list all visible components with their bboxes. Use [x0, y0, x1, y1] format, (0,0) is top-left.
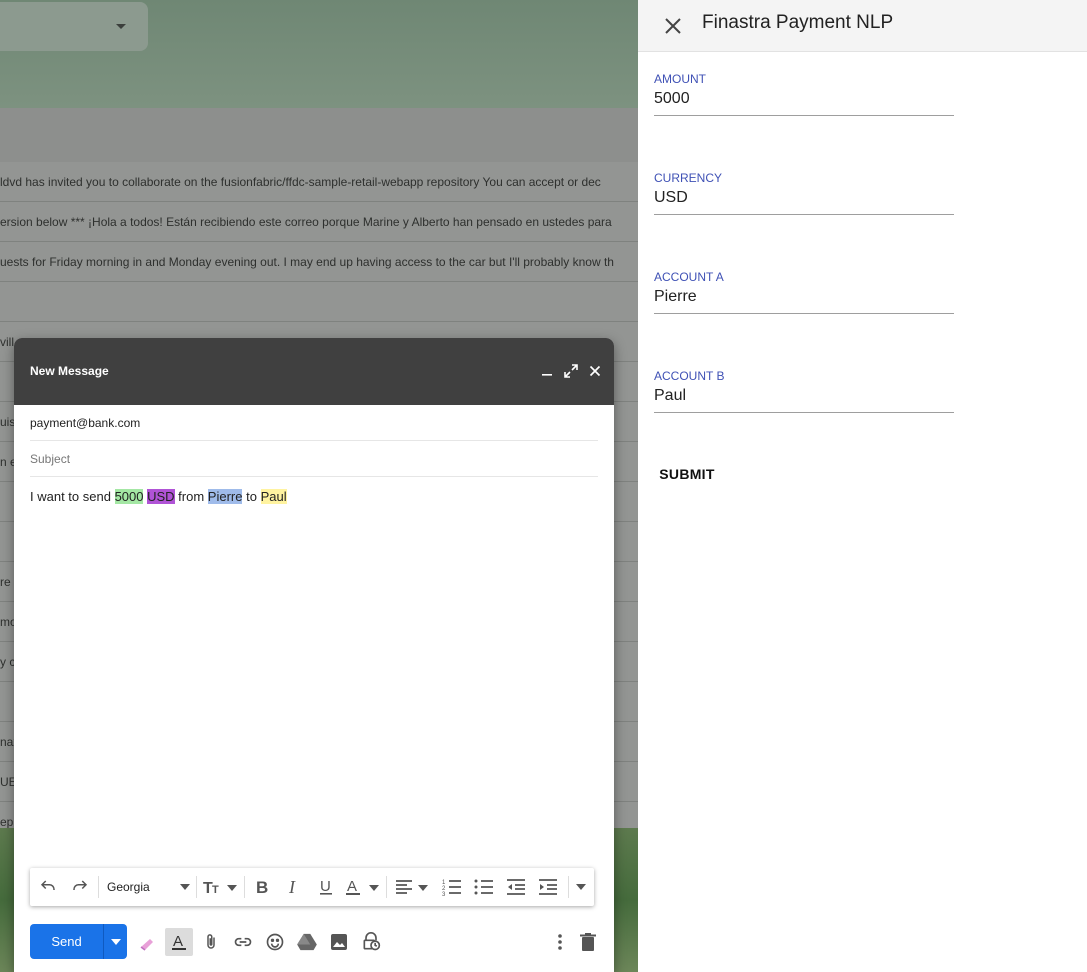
- background-search-bar: [0, 2, 148, 51]
- background-mail-row: [0, 282, 638, 322]
- highlight-to-account: Paul: [260, 489, 287, 504]
- caret-down-icon: [116, 24, 126, 29]
- minimize-icon[interactable]: [538, 362, 556, 380]
- account-a-label: ACCOUNT A: [654, 270, 724, 284]
- toolbar-separator: [244, 876, 245, 898]
- caret-down-icon: [110, 938, 121, 945]
- highlight-from-account: Pierre: [207, 489, 243, 504]
- font-name: Georgia: [107, 880, 150, 894]
- svg-text:U: U: [320, 878, 331, 895]
- amount-label: AMOUNT: [654, 72, 706, 86]
- more-options-icon[interactable]: [548, 930, 572, 954]
- insert-photo-icon[interactable]: [327, 930, 351, 954]
- currency-value[interactable]: USD: [654, 189, 954, 215]
- toolbar-separator: [568, 876, 569, 898]
- attach-file-icon[interactable]: [199, 930, 223, 954]
- send-button[interactable]: Send: [30, 924, 103, 959]
- message-body[interactable]: I want to send 5000 USD from Pierre to P…: [30, 489, 287, 504]
- compose-window: New Message payment@bank.com Subject I w…: [14, 338, 614, 972]
- text-color-icon[interactable]: A: [344, 876, 380, 898]
- drive-icon[interactable]: [295, 930, 319, 954]
- panel-header: Finastra Payment NLP: [638, 0, 1087, 52]
- text-size-icon[interactable]: TT: [202, 876, 238, 898]
- background-mail-row: ldvd has invited you to collaborate on t…: [0, 162, 638, 202]
- expand-icon[interactable]: [562, 362, 580, 380]
- bulleted-list-icon[interactable]: [472, 876, 496, 898]
- currency-label: CURRENCY: [654, 171, 723, 185]
- svg-text:3: 3: [442, 892, 446, 896]
- account-a-field[interactable]: ACCOUNT A Pierre: [654, 270, 954, 314]
- align-icon[interactable]: [392, 876, 430, 898]
- compose-header: New Message: [14, 338, 614, 405]
- highlight-amount: 5000: [114, 489, 144, 504]
- close-icon[interactable]: [586, 362, 604, 380]
- indent-more-icon[interactable]: [536, 876, 560, 898]
- compose-title: New Message: [30, 364, 109, 378]
- discard-draft-icon[interactable]: [576, 930, 600, 954]
- background-mail-row: uests for Friday morning in and Monday e…: [0, 242, 638, 282]
- confidential-mode-icon[interactable]: [359, 930, 383, 954]
- subject-field[interactable]: Subject: [30, 441, 598, 477]
- undo-icon[interactable]: [36, 876, 60, 898]
- panel-title: Finastra Payment NLP: [702, 12, 894, 33]
- caret-down-icon: [180, 884, 190, 890]
- amount-field[interactable]: AMOUNT 5000: [654, 72, 954, 116]
- body-text-prefix: I want to send: [30, 489, 115, 504]
- numbered-list-icon[interactable]: 123: [440, 876, 464, 898]
- formatting-toolbar: Georgia TT B I U A 123: [30, 868, 594, 906]
- submit-button[interactable]: SUBMIT: [654, 458, 720, 490]
- toolbar-separator: [98, 876, 99, 898]
- payment-panel: Finastra Payment NLP AMOUNT 5000 CURRENC…: [638, 0, 1087, 972]
- underline-icon[interactable]: U: [314, 876, 338, 898]
- toolbar-separator: [386, 876, 387, 898]
- magic-wand-icon[interactable]: [135, 930, 159, 954]
- background-mail-row: ersion below *** ¡Hola a todos! Están re…: [0, 202, 638, 242]
- account-a-value[interactable]: Pierre: [654, 288, 954, 314]
- toolbar-separator: [196, 876, 197, 898]
- currency-field[interactable]: CURRENCY USD: [654, 171, 954, 215]
- insert-link-icon[interactable]: [231, 930, 255, 954]
- bold-icon[interactable]: B: [250, 876, 274, 898]
- account-b-field[interactable]: ACCOUNT B Paul: [654, 369, 954, 413]
- to-field[interactable]: payment@bank.com: [30, 405, 598, 441]
- font-selector[interactable]: Georgia: [104, 876, 190, 898]
- more-formatting-icon[interactable]: [572, 876, 590, 898]
- svg-text:A: A: [173, 933, 183, 950]
- account-b-value[interactable]: Paul: [654, 387, 954, 413]
- body-to-word: to: [242, 489, 261, 504]
- svg-text:A: A: [347, 878, 357, 895]
- amount-value[interactable]: 5000: [654, 90, 954, 116]
- body-from-word: from: [174, 489, 208, 504]
- account-b-label: ACCOUNT B: [654, 369, 725, 383]
- emoji-icon[interactable]: [263, 930, 287, 954]
- formatting-options-icon[interactable]: A: [165, 928, 193, 956]
- background-header: [0, 0, 638, 108]
- indent-less-icon[interactable]: [504, 876, 528, 898]
- svg-text:I: I: [288, 878, 296, 896]
- italic-icon[interactable]: I: [282, 876, 306, 898]
- highlight-currency: USD: [147, 489, 175, 504]
- svg-text:B: B: [256, 878, 268, 896]
- svg-text:T: T: [212, 884, 219, 896]
- redo-icon[interactable]: [68, 876, 92, 898]
- send-options-button[interactable]: [103, 924, 127, 959]
- close-icon[interactable]: [660, 13, 686, 39]
